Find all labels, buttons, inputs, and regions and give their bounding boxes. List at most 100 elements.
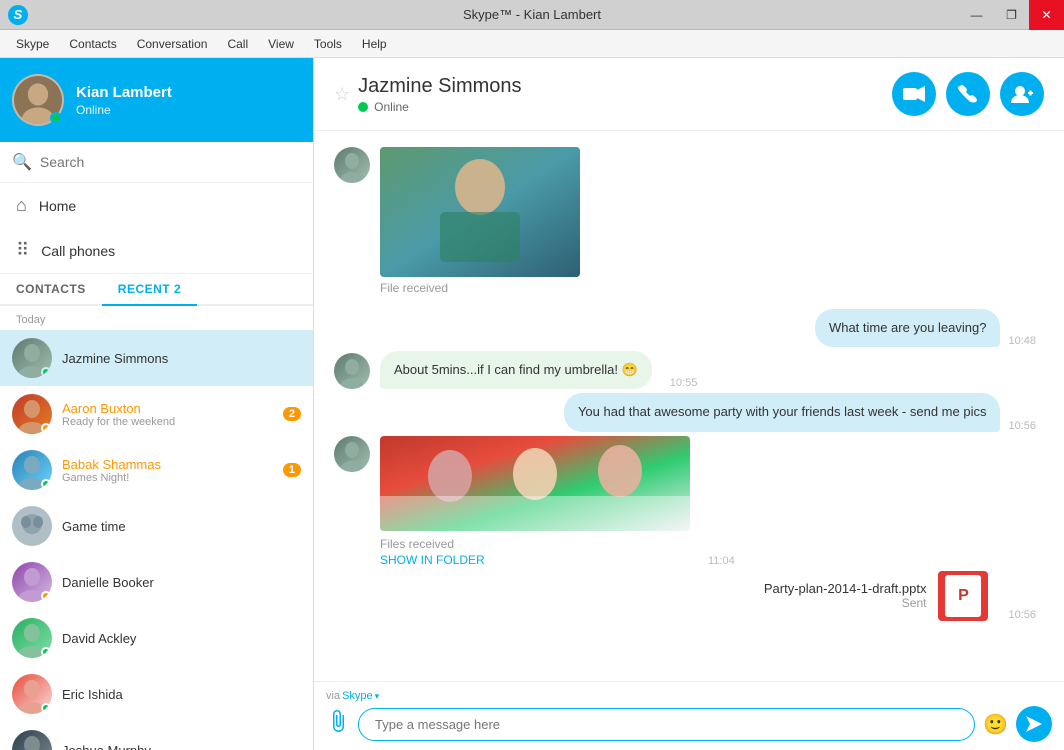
msg-time-leaving: 10:48 (1008, 335, 1036, 347)
contact-info-david: David Ackley (62, 631, 301, 646)
emoji-button[interactable]: 🙂 (983, 712, 1008, 737)
contact-name-david: David Ackley (62, 631, 301, 646)
contact-item-gametime[interactable]: Game time (0, 498, 313, 554)
via-skype-label[interactable]: Skype (342, 690, 373, 702)
file-name: Party-plan-2014-1-draft.pptx (764, 581, 927, 596)
msg-time-file: 10:56 (1008, 609, 1036, 621)
contact-item-jazmine[interactable]: Jazmine Simmons (0, 330, 313, 386)
section-today: Today (0, 306, 313, 330)
menu-call[interactable]: Call (219, 33, 256, 55)
msg-time-umbrella: 10:55 (670, 377, 698, 389)
msg-avatar-jazmine3 (334, 436, 370, 472)
video-call-button[interactable] (892, 72, 936, 116)
photos-block: Files received SHOW IN FOLDER (380, 436, 690, 567)
menu-conversation[interactable]: Conversation (129, 33, 216, 55)
profile-status: Online (76, 103, 172, 117)
contact-list: Today Jazmine Simmons Aaron Buxton (0, 306, 313, 750)
msg-time-photos: 11:04 (708, 555, 735, 567)
via-row: via Skype ▾ (326, 690, 1052, 702)
profile-name: Kian Lambert (76, 84, 172, 101)
contact-info-jazmine: Jazmine Simmons (62, 351, 301, 366)
main-layout: Kian Lambert Online 🔍 ⌂ Home ⠿ Call phon… (0, 58, 1064, 750)
call-phones-icon: ⠿ (16, 240, 29, 261)
msg-time-party: 10:56 (1008, 420, 1036, 432)
file-sent-status: Sent (764, 596, 927, 610)
chat-status-dot (358, 102, 368, 112)
contact-item-eric[interactable]: Eric Ishida (0, 666, 313, 722)
search-area[interactable]: 🔍 (0, 142, 313, 183)
menu-tools[interactable]: Tools (306, 33, 350, 55)
close-button[interactable]: ✕ (1029, 0, 1064, 30)
nav-items: ⌂ Home ⠿ Call phones (0, 183, 313, 274)
chat-contact-status: Online (358, 100, 521, 114)
message-sent-file: Party-plan-2014-1-draft.pptx Sent P 10:5… (334, 571, 1044, 621)
maximize-button[interactable]: ❐ (994, 0, 1029, 30)
show-in-folder[interactable]: SHOW IN FOLDER (380, 553, 690, 567)
chat-contact-info: ☆ Jazmine Simmons Online (334, 75, 522, 114)
contact-sub-aaron: Ready for the weekend (62, 416, 273, 428)
add-contact-button[interactable] (1000, 72, 1044, 116)
nav-call-phones[interactable]: ⠿ Call phones (0, 228, 313, 273)
photos-container (380, 436, 690, 531)
voice-call-button[interactable] (946, 72, 990, 116)
message-sent-leaving: What time are you leaving? 10:48 (334, 309, 1044, 347)
titlebar-left: S (8, 5, 28, 25)
contact-name-joshua: Joshua Murphy (62, 743, 301, 750)
profile-area: Kian Lambert Online (0, 58, 313, 142)
minimize-button[interactable]: — (959, 0, 994, 30)
titlebar-controls: — ❐ ✕ (959, 0, 1064, 30)
nav-home-label: Home (39, 198, 76, 214)
contact-item-david[interactable]: David Ackley (0, 610, 313, 666)
tab-contacts[interactable]: CONTACTS (0, 274, 102, 304)
favorite-star-icon[interactable]: ☆ (334, 84, 350, 105)
contact-item-babak[interactable]: Babak Shammas Games Night! 1 (0, 442, 313, 498)
menu-skype[interactable]: Skype (8, 33, 57, 55)
contact-item-aaron[interactable]: Aaron Buxton Ready for the weekend 2 (0, 386, 313, 442)
contact-name-gametime: Game time (62, 519, 301, 534)
contact-item-joshua[interactable]: Joshua Murphy (0, 722, 313, 750)
files-received-label: Files received (380, 535, 690, 553)
attach-button[interactable] (326, 709, 350, 739)
message-received-image: File received (334, 147, 1044, 301)
contact-avatar-gametime (12, 506, 52, 546)
unread-badge-babak: 1 (283, 463, 301, 477)
send-button[interactable] (1016, 706, 1052, 742)
via-dropdown-icon[interactable]: ▾ (375, 691, 380, 702)
msg-avatar-jazmine (334, 147, 370, 183)
search-input[interactable] (40, 154, 301, 170)
received-image-block: File received (380, 147, 580, 301)
contact-name-aaron: Aaron Buxton (62, 401, 273, 416)
contact-avatar-david (12, 618, 52, 658)
messages-area[interactable]: File received What time are you leaving?… (314, 131, 1064, 681)
msg-avatar-jazmine2 (334, 353, 370, 389)
menu-help[interactable]: Help (354, 33, 395, 55)
message-sent-party: You had that awesome party with your fri… (334, 393, 1044, 431)
file-received-label: File received (380, 281, 580, 295)
nav-call-phones-label: Call phones (41, 243, 115, 259)
menu-contacts[interactable]: Contacts (61, 33, 124, 55)
sidebar: Kian Lambert Online 🔍 ⌂ Home ⠿ Call phon… (0, 58, 314, 750)
message-input[interactable] (358, 708, 975, 741)
bubble-sent-leaving: What time are you leaving? (815, 309, 1001, 347)
input-area: via Skype ▾ 🙂 (314, 681, 1064, 750)
bubble-received-umbrella: About 5mins...if I can find my umbrella!… (380, 351, 652, 389)
powerpoint-file-icon: P (938, 571, 988, 621)
contact-avatar-aaron (12, 394, 52, 434)
nav-home[interactable]: ⌂ Home (0, 183, 313, 228)
home-icon: ⌂ (16, 195, 27, 216)
contact-info-eric: Eric Ishida (62, 687, 301, 702)
menu-view[interactable]: View (260, 33, 302, 55)
titlebar-title: Skype™ - Kian Lambert (463, 7, 601, 22)
chat-contact-name: Jazmine Simmons (358, 75, 521, 98)
contact-name-eric: Eric Ishida (62, 687, 301, 702)
skype-logo-icon: S (8, 5, 28, 25)
contact-info-joshua: Joshua Murphy (62, 743, 301, 750)
message-received-photos: Files received SHOW IN FOLDER 11:04 (334, 436, 1044, 567)
chat-contact-details: Jazmine Simmons Online (358, 75, 521, 114)
tab-recent[interactable]: RECENT 2 (102, 274, 197, 306)
chat-status-text: Online (374, 100, 409, 114)
profile-online-indicator (50, 112, 62, 124)
chat-header: ☆ Jazmine Simmons Online (314, 58, 1064, 131)
contact-avatar-jazmine (12, 338, 52, 378)
contact-item-danielle[interactable]: Danielle Booker (0, 554, 313, 610)
